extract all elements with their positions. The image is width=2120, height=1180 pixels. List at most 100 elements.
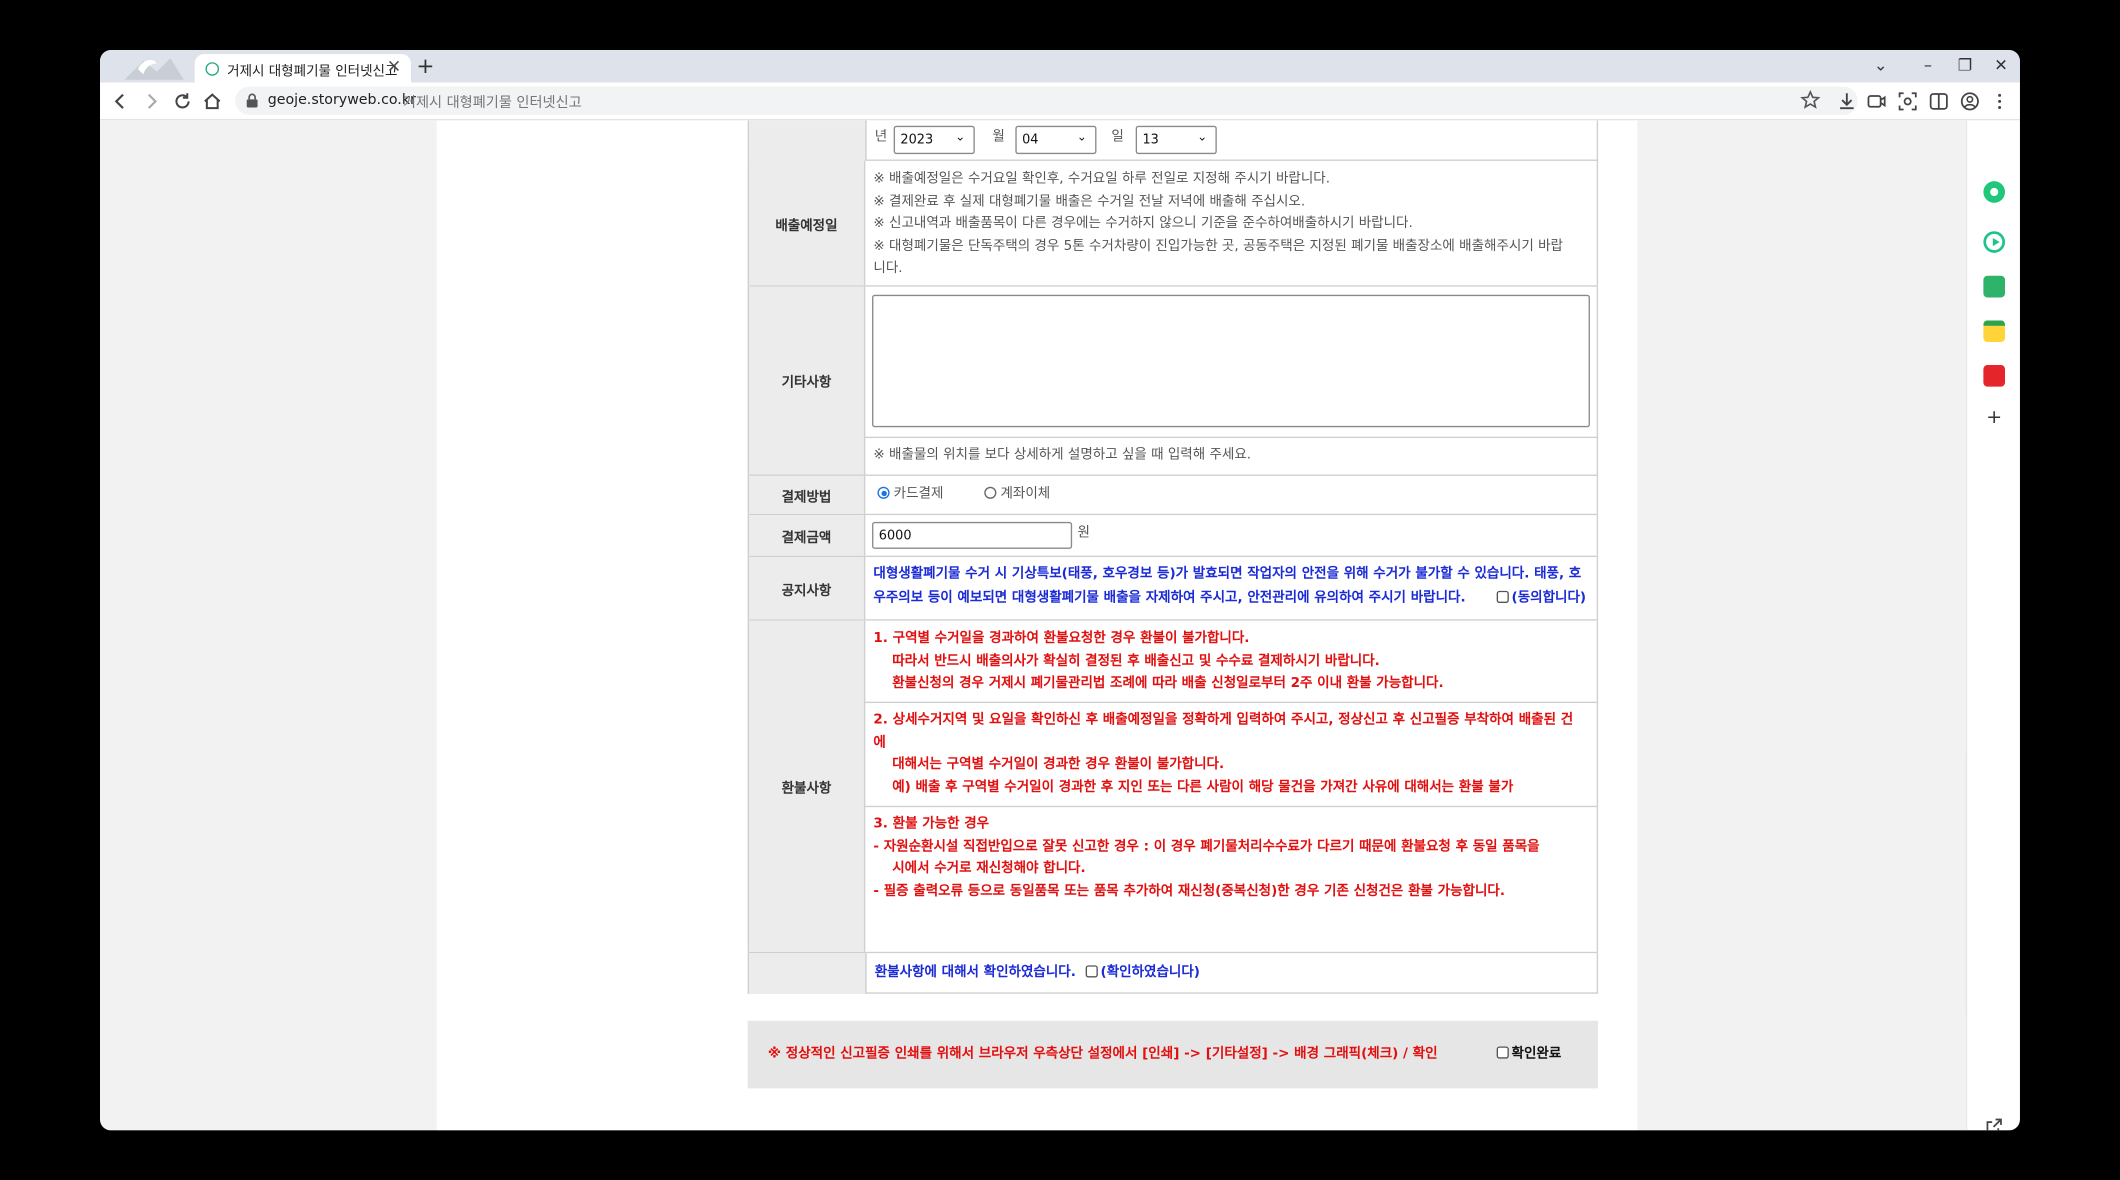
payment-method-row: 결제방법 카드결제 계좌이체 <box>747 475 1599 516</box>
amount-input[interactable]: 6000 <box>872 521 1073 549</box>
refund-label: 환불사항 <box>747 620 866 952</box>
radio-transfer[interactable]: 계좌이체 <box>984 484 1050 506</box>
radio-card[interactable]: 카드결제 <box>877 484 943 506</box>
tab-list-icon[interactable]: ⌄ <box>1874 54 1888 76</box>
tab-title: 거제시 대형폐기물 인터넷신고 <box>227 64 398 80</box>
payment-method-label: 결제방법 <box>747 475 866 514</box>
discharge-note: ※ 대형폐기물은 단독주택의 경우 5톤 수거차량이 진입가능한 곳, 공동주택… <box>873 238 1563 254</box>
video-icon[interactable] <box>1866 91 1888 113</box>
date-row: 년 2023 ⌄ 월 04 ⌄ 일 13 ⌄ <box>747 120 1599 161</box>
refund-divider <box>865 805 1599 808</box>
download-icon[interactable] <box>1836 91 1858 113</box>
url-page-title: 거제시 대형폐기물 인터넷신고 <box>402 94 582 111</box>
print-notice-text: ※ 정상적인 신고필증 인쇄를 위해서 브라우저 우측상단 설정에서 [인쇄] … <box>767 1046 1438 1062</box>
capture-icon[interactable] <box>1897 91 1919 113</box>
refund-confirm-row: 환불사항에 대해서 확인하였습니다. (확인하였습니다) <box>747 953 1599 994</box>
tab-active[interactable]: 거제시 대형폐기물 인터넷신고 × <box>194 54 412 83</box>
green-circle-app-icon[interactable] <box>1983 181 2006 203</box>
refund-confirm-checkbox[interactable]: (확인하였습니다) <box>1085 963 1200 985</box>
add-app-icon[interactable]: + <box>1983 407 2005 429</box>
radio-selected-icon <box>877 486 890 499</box>
payment-method-cell: 카드결제 계좌이체 <box>865 475 1599 514</box>
memo-app-icon[interactable] <box>1983 320 2006 343</box>
print-notice-box: ※ 정상적인 신고필증 인쇄를 위해서 브라우저 우측상단 설정에서 [인쇄] … <box>747 1020 1599 1089</box>
browser-window: 거제시 대형폐기물 인터넷신고 × + ⌄ – ❐ ✕ geoje.storyw… <box>100 50 2020 1131</box>
discharge-row: 배출예정일 ※ 배출예정일은 수거요일 확인후, 수거요일 하루 전일로 지정해… <box>747 160 1599 287</box>
external-link-icon[interactable] <box>1983 1115 2005 1131</box>
back-icon[interactable] <box>108 89 132 113</box>
day-select[interactable]: 13 ⌄ <box>1135 125 1217 155</box>
close-window-icon[interactable]: ✕ <box>1994 54 2008 76</box>
menu-kebab-icon[interactable] <box>1989 91 2011 113</box>
date-label-cell <box>749 120 867 161</box>
refund-line: 대해서는 구역별 수거일이 경과한 경우 환불이 불가합니다. <box>873 757 1225 772</box>
month-prefix: 월 <box>992 129 1005 145</box>
checkbox-icon <box>1496 590 1509 603</box>
refund-row: 환불사항 1. 구역별 수거일을 경과하여 환불요청한 경우 환불이 불가합니다… <box>747 620 1599 954</box>
discharge-label: 배출예정일 <box>747 160 866 286</box>
minimize-icon[interactable]: – <box>1924 54 1932 76</box>
refund-line: 에 <box>873 734 886 750</box>
refund-line: 시에서 수거로 재신청해야 합니다. <box>873 861 1086 877</box>
refund-line: - 자원순환시설 직접반입으로 잘못 신고한 경우 : 이 경우 폐기물처리수수… <box>873 838 1540 854</box>
address-bar[interactable]: geoje.storyweb.co.kr 거제시 대형폐기물 인터넷신고 <box>235 86 1858 115</box>
browser-sidebar: + <box>1965 120 2020 1131</box>
split-view-icon[interactable] <box>1928 91 1950 113</box>
home-icon[interactable] <box>200 89 224 113</box>
bookmark-star-icon[interactable] <box>1800 89 1822 111</box>
refund-cell: 1. 구역별 수거일을 경과하여 환불요청한 경우 환불이 불가합니다. 따라서… <box>865 620 1599 952</box>
announcement-cell: 대형생활폐기물 수거 시 기상특보(태풍, 호우경보 등)가 발효되면 작업자의… <box>865 557 1599 620</box>
announcement-label: 공지사항 <box>747 557 866 620</box>
chevron-down-icon: ⌄ <box>1076 131 1088 145</box>
red-app-icon[interactable] <box>1983 365 2006 387</box>
refund-line: - 필증 출력오류 등으로 동일품목 또는 품목 추가하여 재신청(중복신청)한… <box>873 883 1505 899</box>
agree-checkbox-label: (동의합니다) <box>1511 590 1587 606</box>
green-badge-app-icon[interactable] <box>1983 275 2006 298</box>
browser-toolbar: geoje.storyweb.co.kr 거제시 대형폐기물 인터넷신고 <box>100 82 2020 121</box>
amount-row: 결제금액 6000 원 <box>747 515 1599 558</box>
refund-confirm-text: 환불사항에 대해서 확인하였습니다. <box>874 965 1076 981</box>
etc-hint: ※ 배출물의 위치를 보다 상세하게 설명하고 싶을 때 입력해 주세요. <box>873 447 1252 463</box>
day-select-value: 13 <box>1142 132 1159 148</box>
month-select[interactable]: 04 ⌄ <box>1015 125 1097 155</box>
url-host: geoje.storyweb.co.kr <box>267 91 416 109</box>
refund-line: 1. 구역별 수거일을 경과하여 환불요청한 경우 환불이 불가합니다. <box>873 631 1250 647</box>
refund-line: 예) 배출 후 구역별 수거일이 경과한 후 지인 또는 다른 사람이 해당 물… <box>873 779 1514 795</box>
forward-icon[interactable] <box>139 89 163 113</box>
refund-divider <box>865 701 1599 704</box>
play-app-icon[interactable] <box>1983 231 2006 253</box>
restore-icon[interactable]: ❐ <box>1958 54 1973 76</box>
discharge-notes-cell: ※ 배출예정일은 수거요일 확인후, 수거요일 하루 전일로 지정해 주시기 바… <box>865 160 1599 286</box>
print-confirm-checkbox[interactable]: 확인완료 <box>1496 1044 1561 1066</box>
tab-close-icon[interactable]: × <box>387 57 402 79</box>
refund-confirm-label-cell <box>749 953 867 994</box>
etc-textarea[interactable] <box>872 294 1590 428</box>
checkbox-icon <box>1085 965 1098 978</box>
etc-label: 기타사항 <box>747 286 866 475</box>
announcement-line: 우주의보 등이 예보되면 대형생활폐기물 배출을 자제하여 주시고, 안전관리에… <box>873 590 1466 606</box>
refund-line: 2. 상세수거지역 및 요일을 확인하신 후 배출예정일을 정확하게 입력하여 … <box>873 712 1574 728</box>
new-tab-button[interactable]: + <box>416 53 434 78</box>
agree-checkbox[interactable]: (동의합니다) <box>1496 588 1587 610</box>
page-viewport: 년 2023 ⌄ 월 04 ⌄ 일 13 ⌄ 배출예정일 ※ 배출예정일은 수거요일 … <box>100 120 1966 1131</box>
year-prefix: 년 <box>874 129 888 145</box>
page-content: 년 2023 ⌄ 월 04 ⌄ 일 13 ⌄ 배출예정일 ※ 배출예정일은 수거요일 … <box>436 120 1638 1131</box>
announcement-row: 공지사항 대형생활폐기물 수거 시 기상특보(태풍, 호우경보 등)가 발효되면… <box>747 557 1599 621</box>
etc-cell: ※ 배출물의 위치를 보다 상세하게 설명하고 싶을 때 입력해 주세요. <box>865 286 1599 475</box>
refund-line: 따라서 반드시 배출의사가 확실히 결정된 후 배출신고 및 수수료 결제하시기… <box>873 653 1380 669</box>
refund-confirm-checkbox-label: (확인하였습니다) <box>1100 965 1200 981</box>
site-favicon-icon <box>205 62 220 76</box>
year-select[interactable]: 2023 ⌄ <box>893 125 975 155</box>
reload-icon[interactable] <box>170 89 194 113</box>
amount-label: 결제금액 <box>747 515 866 556</box>
radio-transfer-label: 계좌이체 <box>1000 486 1051 502</box>
browser-logo-icon <box>124 58 184 80</box>
discharge-note: ※ 배출예정일은 수거요일 확인후, 수거요일 하루 전일로 지정해 주시기 바… <box>873 171 1331 187</box>
etc-divider <box>865 436 1599 439</box>
refund-line: 3. 환불 가능한 경우 <box>873 816 990 832</box>
tab-strip: 거제시 대형폐기물 인터넷신고 × + ⌄ – ❐ ✕ <box>100 50 2020 83</box>
chevron-down-icon: ⌄ <box>955 131 966 145</box>
profile-icon[interactable] <box>1959 91 1981 113</box>
month-select-value: 04 <box>1022 132 1039 148</box>
discharge-note: ※ 신고내역과 배출품목이 다른 경우에는 수거하지 않으니 기준을 준수하여배… <box>873 216 1413 232</box>
